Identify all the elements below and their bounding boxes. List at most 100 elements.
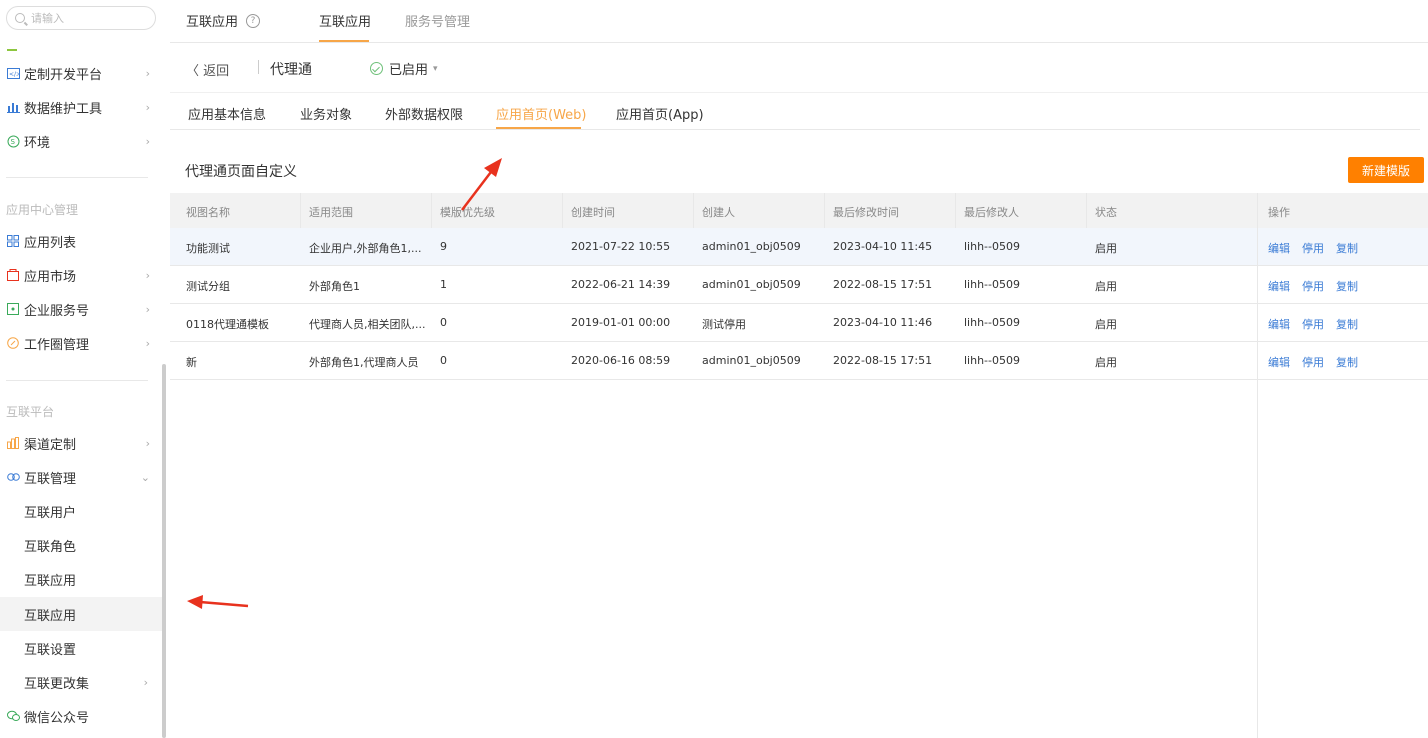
column-divider[interactable] [955, 193, 956, 228]
section-title-app-center: 应用中心管理 [6, 203, 79, 217]
tab-homepage-app[interactable]: 应用首页(App) [616, 104, 704, 123]
tab-external-data-permissions[interactable]: 外部数据权限 [385, 104, 463, 123]
table-row[interactable]: 功能测试 企业用户,外部角色1,... 9 2021-07-22 10:55 a… [170, 228, 1428, 266]
divider [6, 380, 148, 381]
search-input[interactable]: 请输入 [6, 6, 156, 30]
divider [258, 60, 259, 74]
row-actions: 编辑 停用 复制 [1268, 354, 1358, 370]
column-divider[interactable] [1086, 193, 1087, 228]
sidebar-item-app-list[interactable]: 应用列表 [6, 224, 156, 258]
tab-basic-info[interactable]: 应用基本信息 [188, 104, 266, 123]
sidebar-item-label: 微信公众号 [24, 710, 90, 726]
edit-link[interactable]: 编辑 [1268, 354, 1290, 370]
sidebar-item-label: 互联管理 [24, 471, 77, 487]
edit-link[interactable]: 编辑 [1268, 316, 1290, 332]
page-title: 互联应用 ? [186, 11, 261, 30]
table-row[interactable]: 测试分组 外部角色1 1 2022-06-21 14:39 admin01_ob… [170, 266, 1428, 304]
sidebar-subitem-interconnect-roles[interactable]: 互联角色 [0, 528, 162, 562]
column-divider[interactable] [431, 193, 432, 228]
check-circle-icon [370, 62, 383, 75]
sidebar-subitem-interconnect-apps[interactable]: 互联应用 [0, 562, 162, 596]
cell-creator: admin01_obj0509 [702, 240, 801, 253]
cell-modified-time: 2023-04-10 11:46 [833, 316, 933, 329]
edit-link[interactable]: 编辑 [1268, 240, 1290, 256]
cell-scope: 代理商人员,相关团队,... [309, 318, 426, 331]
tab-homepage-web[interactable]: 应用首页(Web) [496, 104, 587, 123]
sidebar-subitem-interconnect-apps-active[interactable]: 互联应用 [0, 597, 162, 631]
column-header[interactable]: 模版优先级 [440, 204, 495, 220]
table-row[interactable]: 新 外部角色1,代理商人员 0 2020-06-16 08:59 admin01… [170, 342, 1428, 380]
sidebar-subitem-interconnect-settings[interactable]: 互联设置 [0, 631, 162, 665]
disable-link[interactable]: 停用 [1302, 278, 1324, 294]
tab-business-objects[interactable]: 业务对象 [300, 104, 352, 123]
divider [6, 177, 148, 178]
chevron-right-icon: › [145, 134, 150, 148]
sidebar-item-work-circle[interactable]: 工作圈管理 › [6, 326, 156, 360]
help-icon[interactable]: ? [246, 13, 261, 28]
section-title: 代理通页面自定义 [185, 164, 297, 180]
sidebar-subitem-changesets[interactable]: 互联更改集 › [0, 665, 162, 699]
green-marker [7, 49, 17, 51]
sidebar-item-enterprise-service[interactable]: 企业服务号 › [6, 292, 156, 326]
cell-view-name: 测试分组 [186, 280, 230, 293]
column-header[interactable]: 创建时间 [571, 204, 615, 220]
disable-link[interactable]: 停用 [1302, 240, 1324, 256]
sidebar-item-label: 互联应用 [24, 573, 77, 589]
sidebar-item-environment[interactable]: S 环境 › [6, 124, 156, 158]
disable-link[interactable]: 停用 [1302, 354, 1324, 370]
cell-status: 启用 [1095, 280, 1117, 293]
new-template-button[interactable]: 新建模版 [1348, 157, 1424, 183]
column-divider[interactable] [562, 193, 563, 228]
sidebar-item-app-market[interactable]: 应用市场 › [6, 258, 156, 292]
sidebar-item-custom-dev[interactable]: </> 定制开发平台 › [6, 56, 156, 90]
active-tab-indicator [319, 40, 369, 42]
sidebar-item-data-tools[interactable]: 数据维护工具 › [6, 90, 156, 124]
sidebar-item-wechat[interactable]: 微信公众号 [6, 699, 156, 733]
cell-scope: 外部角色1,代理商人员 [309, 356, 419, 369]
cell-priority: 1 [440, 278, 447, 291]
chevron-right-icon: › [145, 100, 150, 114]
cell-modifier: lihh--0509 [964, 278, 1020, 291]
tab-interconnect-apps[interactable]: 互联应用 [319, 11, 371, 30]
sidebar-subitem-interconnect-users[interactable]: 互联用户 [0, 494, 162, 528]
chevron-right-icon: › [143, 675, 148, 689]
column-header: 操作 [1268, 206, 1290, 219]
chevron-right-icon: › [145, 336, 150, 350]
back-button[interactable]: 〈 返回 [186, 60, 229, 79]
copy-link[interactable]: 复制 [1336, 354, 1358, 370]
column-header[interactable]: 最后修改人 [964, 204, 1019, 220]
cell-modifier: lihh--0509 [964, 240, 1020, 253]
tab-service-accounts[interactable]: 服务号管理 [405, 11, 470, 30]
search-placeholder: 请输入 [31, 12, 64, 25]
copy-link[interactable]: 复制 [1336, 240, 1358, 256]
grid-icon [6, 234, 20, 248]
column-header[interactable]: 视图名称 [186, 204, 230, 220]
chevron-right-icon: › [145, 302, 150, 316]
circle-icon [6, 336, 20, 350]
column-header[interactable]: 适用范围 [309, 204, 353, 220]
sidebar-item-label: 互联用户 [24, 505, 77, 521]
column-divider[interactable] [824, 193, 825, 228]
cell-view-name: 0118代理通模板 [186, 318, 269, 331]
column-header[interactable]: 创建人 [702, 204, 735, 220]
chevron-down-icon: ⌄ [140, 470, 150, 484]
sidebar-item-channel[interactable]: 渠道定制 › [6, 426, 156, 460]
column-header[interactable]: 最后修改时间 [833, 204, 899, 220]
sidebar-item-interconnect-manage[interactable]: 互联管理 ⌄ [6, 460, 156, 494]
status-dropdown[interactable]: 已启用 ▾ [370, 59, 438, 78]
search-icon [15, 13, 25, 23]
sidebar-item-label: 数据维护工具 [24, 101, 103, 117]
table-row[interactable]: 0118代理通模板 代理商人员,相关团队,... 0 2019-01-01 00… [170, 304, 1428, 342]
row-actions: 编辑 停用 复制 [1268, 316, 1358, 332]
copy-link[interactable]: 复制 [1336, 316, 1358, 332]
column-divider[interactable] [300, 193, 301, 228]
disable-link[interactable]: 停用 [1302, 316, 1324, 332]
status-label: 已启用 [389, 63, 429, 78]
row-actions: 编辑 停用 复制 [1268, 278, 1358, 294]
column-divider[interactable] [693, 193, 694, 228]
copy-link[interactable]: 复制 [1336, 278, 1358, 294]
sidebar-scrollbar[interactable] [162, 364, 166, 738]
edit-link[interactable]: 编辑 [1268, 278, 1290, 294]
column-header[interactable]: 状态 [1095, 204, 1117, 220]
cell-creator: admin01_obj0509 [702, 278, 801, 291]
